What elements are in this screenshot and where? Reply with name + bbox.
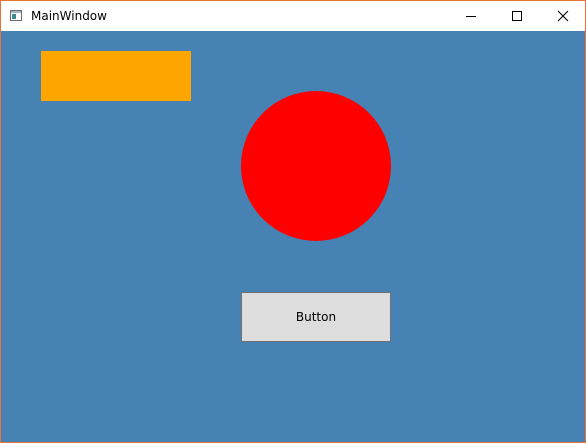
orange-rectangle xyxy=(41,51,191,101)
main-button[interactable]: Button xyxy=(241,292,391,342)
main-window: MainWindow Button xyxy=(0,0,586,443)
minimize-icon xyxy=(466,16,476,17)
minimize-button[interactable] xyxy=(448,1,494,31)
maximize-button[interactable] xyxy=(494,1,540,31)
window-content-area: Button xyxy=(1,31,585,442)
app-window-icon[interactable] xyxy=(10,10,22,21)
close-icon xyxy=(557,10,569,22)
window-title: MainWindow xyxy=(31,9,107,23)
close-button[interactable] xyxy=(540,1,586,31)
title-bar[interactable]: MainWindow xyxy=(1,1,585,31)
red-circle xyxy=(241,91,391,241)
maximize-icon xyxy=(512,11,522,21)
